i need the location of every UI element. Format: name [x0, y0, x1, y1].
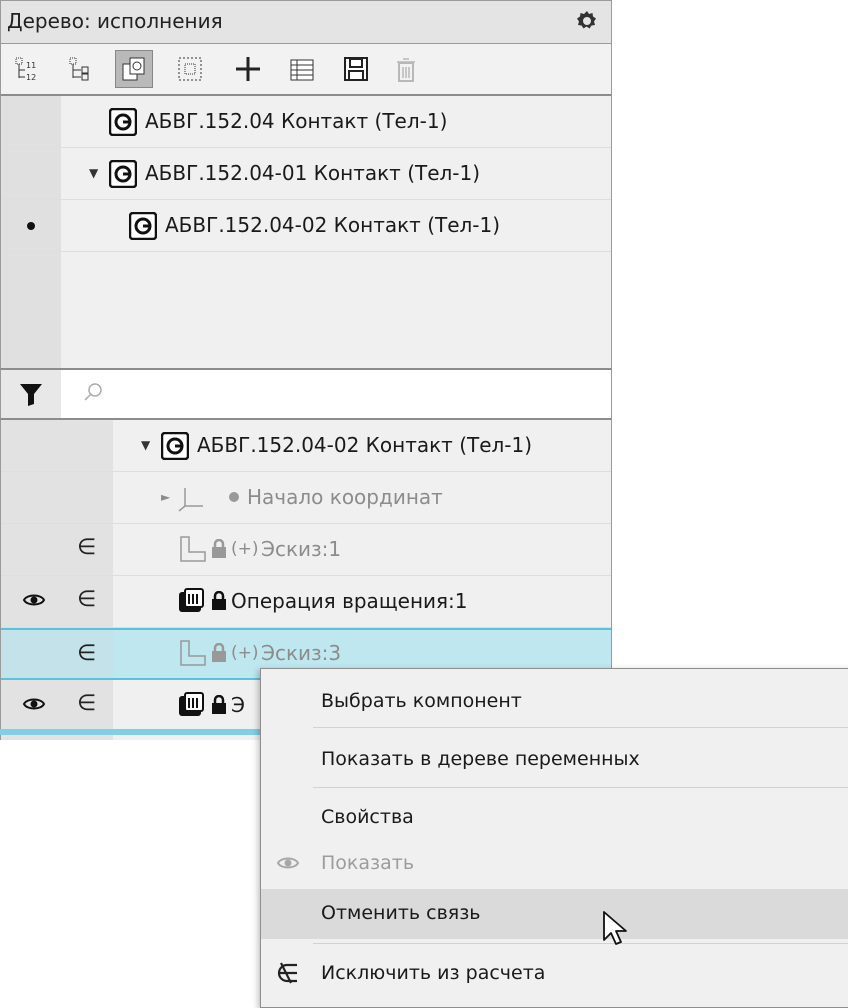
copy-model-icon[interactable] — [115, 50, 153, 88]
element-of-icon[interactable]: ∈ — [77, 641, 96, 666]
tree-structure-icon[interactable] — [63, 50, 101, 88]
panel-title: Дерево: исполнения — [7, 9, 223, 33]
add-icon[interactable] — [229, 50, 267, 88]
sketch-icon — [177, 638, 207, 672]
mouse-cursor-icon — [602, 910, 628, 952]
revolve-operation-icon — [177, 690, 207, 724]
sketch-icon — [177, 534, 207, 568]
gear-icon[interactable] — [573, 6, 601, 36]
execution-item[interactable]: АБВГ.152.04-02 Контакт (Тел-1) — [1, 200, 611, 252]
revolve-operation-icon — [177, 586, 207, 620]
part-icon — [108, 107, 138, 137]
exclude-icon — [277, 961, 301, 989]
panel-title-bar: Дерево: исполнения — [0, 0, 612, 44]
menu-separator — [313, 787, 848, 788]
eye-icon[interactable] — [22, 592, 46, 612]
execution-label: АБВГ.152.04 Контакт (Тел-1) — [145, 109, 448, 133]
menu-item-exclude-from-calc[interactable]: Исключить из расчета — [261, 949, 848, 999]
context-menu: Выбрать компонент Показать в дереве пере… — [260, 668, 848, 1008]
filter-icon[interactable] — [1, 370, 61, 418]
menu-item-select-component[interactable]: Выбрать компонент — [261, 677, 848, 727]
table-icon[interactable] — [283, 50, 321, 88]
tree-row-label: Начало координат — [247, 485, 443, 509]
execution-item[interactable]: ▼ АБВГ.152.04-01 Контакт (Тел-1) — [1, 148, 611, 200]
coordinate-origin-icon — [177, 484, 205, 516]
execution-label: АБВГ.152.04-01 Контакт (Тел-1) — [145, 161, 481, 185]
search-input[interactable] — [111, 378, 595, 410]
menu-separator — [313, 943, 848, 944]
active-bullet-icon — [27, 222, 35, 230]
eye-icon[interactable] — [22, 696, 46, 716]
execution-label: АБВГ.152.04-02 Контакт (Тел-1) — [165, 213, 501, 237]
save-icon[interactable] — [337, 50, 375, 88]
lock-icon — [211, 694, 227, 719]
eye-icon — [276, 855, 300, 875]
tree-row-label: Э — [231, 693, 245, 717]
tree-row[interactable]: ∈ Операция вращения:1 — [1, 576, 611, 628]
svg-text:12: 12 — [26, 73, 36, 82]
element-of-icon[interactable]: ∈ — [77, 587, 96, 612]
tree-row[interactable]: ∈ (+) Эскиз:1 — [1, 524, 611, 576]
expand-right-icon[interactable]: ► — [161, 490, 170, 504]
point-icon — [229, 492, 239, 502]
part-icon — [108, 159, 138, 189]
panel-toolbar: 11 12 — [0, 44, 612, 96]
tree-row-label: АБВГ.152.04-02 Контакт (Тел-1) — [197, 433, 533, 457]
menu-item-show-in-variables[interactable]: Показать в дереве переменных — [261, 735, 848, 785]
menu-item-properties[interactable]: Свойства — [261, 793, 848, 843]
selected-gutter — [1, 630, 113, 678]
element-of-icon[interactable]: ∈ — [77, 691, 96, 716]
expand-down-icon[interactable]: ▼ — [141, 438, 150, 452]
tree-row-label: Операция вращения:1 — [231, 589, 468, 613]
lock-icon — [211, 538, 227, 563]
tree-numbered-icon[interactable]: 11 12 — [9, 50, 47, 88]
lock-icon — [211, 590, 227, 615]
executions-list: АБВГ.152.04 Контакт (Тел-1) ▼ АБВГ.152.0… — [0, 96, 612, 368]
menu-item-cancel-link[interactable]: Отменить связь — [261, 889, 848, 939]
sketch-prefix: (+) — [231, 539, 259, 559]
filter-bar — [0, 368, 612, 420]
tree-row[interactable]: ▼ АБВГ.152.04-02 Контакт (Тел-1) — [1, 420, 611, 472]
menu-item-show[interactable]: Показать — [261, 839, 848, 889]
tree-row-label: Эскиз:3 — [261, 641, 342, 665]
lock-icon — [211, 642, 227, 667]
search-icon — [83, 382, 103, 406]
element-of-icon[interactable]: ∈ — [77, 535, 96, 560]
select-frame-icon[interactable] — [171, 50, 209, 88]
execution-item[interactable]: АБВГ.152.04 Контакт (Тел-1) — [1, 96, 611, 148]
tree-row[interactable]: ► Начало координат — [1, 472, 611, 524]
part-icon — [128, 211, 158, 241]
svg-text:11: 11 — [26, 61, 36, 70]
part-icon — [160, 431, 190, 461]
sketch-prefix: (+) — [231, 643, 259, 663]
delete-icon[interactable] — [387, 50, 425, 88]
tree-row-label: Эскиз:1 — [261, 537, 342, 561]
menu-separator — [313, 727, 848, 728]
expand-down-icon[interactable]: ▼ — [89, 166, 98, 180]
